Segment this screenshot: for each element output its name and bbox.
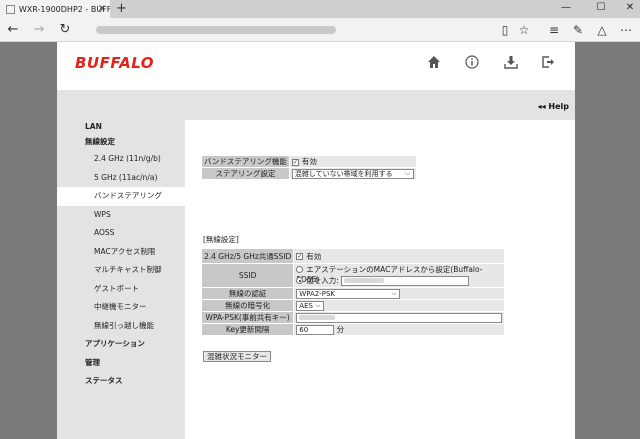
sidebar-item-admin[interactable]: 管理 xyxy=(57,354,185,373)
encryption-select[interactable]: AES ⌵ xyxy=(296,300,325,311)
share-icon[interactable]: △ xyxy=(594,22,610,38)
home-icon[interactable] xyxy=(426,55,442,71)
sidebar-item-status[interactable]: ステータス xyxy=(57,372,185,391)
main-content: バンドステアリング機能 ✓ 有効 ステアリング設定 混雑していない帯域を利用する ⌵… xyxy=(185,120,575,439)
browser-tab-bar: WXR-1900DHP2 - BUFF × + — ☐ ✕ xyxy=(0,0,640,18)
hub-icon[interactable]: ≡ xyxy=(546,22,562,38)
band-func-checkbox[interactable]: ✓ xyxy=(291,158,299,166)
address-redacted xyxy=(96,26,336,34)
info-icon[interactable] xyxy=(464,55,480,71)
download-icon[interactable] xyxy=(503,55,519,71)
reading-view-icon[interactable]: ▯ xyxy=(497,22,513,38)
psk-redacted xyxy=(299,315,336,320)
auth-value: WPA2-PSK xyxy=(299,289,335,298)
psk-input[interactable] xyxy=(296,312,503,323)
key-interval-input[interactable]: 60 xyxy=(296,325,335,335)
common-ssid-value: 有効 xyxy=(306,251,322,261)
ssid-custom-radio[interactable] xyxy=(296,277,304,284)
page-header: BUFFALO xyxy=(57,42,575,90)
sidebar-item-5g[interactable]: 5 GHz (11ac/n/a) xyxy=(57,169,185,188)
sidebar-item-lan[interactable]: LAN xyxy=(57,120,185,134)
sidebar-item-2g[interactable]: 2.4 GHz (11n/g/b) xyxy=(57,150,185,169)
steering-setting-label: ステアリング設定 xyxy=(201,167,290,180)
refresh-icon[interactable]: ↻ xyxy=(57,22,73,38)
encryption-label: 無線の暗号化 xyxy=(200,299,295,312)
router-page: BUFFALO ◂◂ Help LAN 無線設定 2.4 GHz (11n/g/… xyxy=(57,42,575,439)
sidebar-item-mac-filter[interactable]: MACアクセス制限 xyxy=(57,243,185,262)
chevron-down-icon: ⌵ xyxy=(405,169,410,177)
band-func-label: バンドステアリング機能 xyxy=(201,155,290,168)
forward-icon[interactable]: → xyxy=(31,22,47,38)
web-note-icon[interactable]: ✎ xyxy=(570,22,586,38)
key-interval-label: Key更新間隔 xyxy=(200,323,295,336)
sidebar-item-band-steering[interactable]: バンドステアリング xyxy=(57,187,185,206)
page-favicon-icon xyxy=(6,4,15,14)
steering-setting-select[interactable]: 混雑していない帯域を利用する ⌵ xyxy=(291,168,414,179)
key-interval-unit: 分 xyxy=(336,325,345,334)
congestion-monitor-button[interactable]: 混雑状況モニター xyxy=(203,351,271,362)
browser-tab[interactable]: WXR-1900DHP2 - BUFF × xyxy=(0,0,110,18)
new-tab-icon[interactable]: + xyxy=(116,1,127,16)
psk-label: WPA-PSK(事前共有キー) xyxy=(200,311,295,324)
wireless-section-title: [無線設定] xyxy=(203,235,239,244)
band-steering-table: バンドステアリング機能 ✓ 有効 ステアリング設定 混雑していない帯域を利用する ⌵ xyxy=(201,155,417,180)
chevron-down-icon: ⌵ xyxy=(391,289,397,297)
sidebar-item-multicast[interactable]: マルチキャスト制御 xyxy=(57,261,185,280)
sidebar: LAN 無線設定 2.4 GHz (11n/g/b) 5 GHz (11ac/n… xyxy=(57,120,185,391)
favorite-star-icon[interactable]: ☆ xyxy=(516,22,532,38)
back-icon[interactable]: ← xyxy=(5,22,21,38)
steering-setting-value: 混雑していない帯域を利用する xyxy=(294,169,393,178)
common-ssid-label: 2.4 GHz/5 GHz共通SSID xyxy=(200,248,295,264)
minimize-button[interactable]: — xyxy=(556,2,576,13)
sidebar-item-wireless-migration[interactable]: 無線引っ越し機能 xyxy=(57,317,185,336)
close-window-button[interactable]: ✕ xyxy=(620,2,640,13)
sidebar-item-repeater-monitor[interactable]: 中継機モニター xyxy=(57,298,185,317)
buffalo-logo: BUFFALO xyxy=(75,54,155,72)
sidebar-item-guest-port[interactable]: ゲストポート xyxy=(57,280,185,299)
close-tab-icon[interactable]: × xyxy=(98,3,106,14)
common-ssid-checkbox[interactable]: ✓ xyxy=(296,253,304,260)
ssid-label: SSID xyxy=(200,263,295,288)
auth-label: 無線の認証 xyxy=(200,287,295,300)
sidebar-item-aoss[interactable]: AOSS xyxy=(57,224,185,243)
logout-icon[interactable] xyxy=(540,55,556,71)
band-func-value: 有効 xyxy=(301,157,317,166)
encryption-value: AES xyxy=(299,301,313,310)
ssid-redacted xyxy=(344,278,385,283)
sidebar-item-wps[interactable]: WPS xyxy=(57,206,185,225)
tab-title: WXR-1900DHP2 - BUFF xyxy=(18,4,110,14)
maximize-button[interactable]: ☐ xyxy=(591,2,611,13)
address-bar[interactable] xyxy=(96,23,476,37)
sidebar-item-wireless[interactable]: 無線設定 xyxy=(57,134,185,150)
browser-nav-bar: ← → ↻ ▯ ☆ ≡ ✎ △ ⋯ xyxy=(0,18,640,42)
chevron-down-icon: ⌵ xyxy=(315,301,321,309)
ssid-mac-radio[interactable] xyxy=(296,266,304,273)
more-icon[interactable]: ⋯ xyxy=(618,22,634,38)
sidebar-item-applications[interactable]: アプリケーション xyxy=(57,335,185,354)
ssid-input[interactable] xyxy=(341,275,470,286)
wireless-settings-table: 2.4 GHz/5 GHz共通SSID ✓ 有効 SSID エアステーションのMA… xyxy=(200,248,506,336)
help-link[interactable]: ◂◂ Help xyxy=(538,102,569,111)
auth-select[interactable]: WPA2-PSK ⌵ xyxy=(296,288,401,299)
ssid-option-custom: 値を入力: xyxy=(306,275,339,285)
